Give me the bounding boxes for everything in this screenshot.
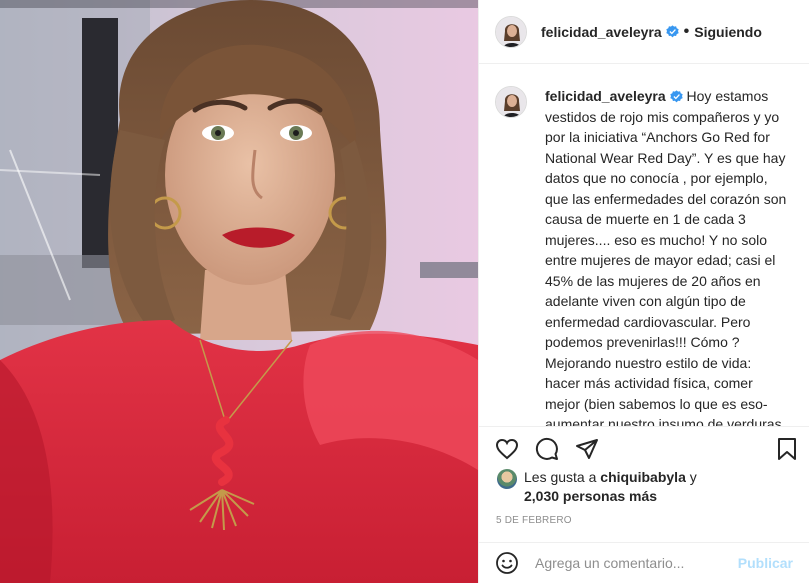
- caption-text: felicidad_aveleyra Hoy estamos vestidos …: [545, 86, 788, 426]
- comment-bubble-icon[interactable]: [535, 437, 559, 461]
- likes-summary: Les gusta a chiquibabyla y 2,030 persona…: [497, 468, 793, 506]
- liker-username[interactable]: chiquibabyla: [600, 469, 686, 485]
- publish-button[interactable]: Publicar: [738, 555, 793, 571]
- username-link[interactable]: felicidad_aveleyra: [541, 24, 662, 40]
- comment-input[interactable]: [535, 555, 735, 571]
- post-photo[interactable]: [0, 0, 478, 583]
- caption-area: felicidad_aveleyra Hoy estamos vestidos …: [479, 64, 809, 426]
- caption-username[interactable]: felicidad_aveleyra: [545, 88, 666, 104]
- post-date[interactable]: 5 DE FEBRERO: [496, 515, 572, 526]
- post-side-panel: felicidad_aveleyra • Siguiendo felicidad…: [478, 0, 809, 583]
- photo-image: [0, 0, 478, 583]
- likes-prefix: Les gusta a: [524, 469, 597, 485]
- post-header: felicidad_aveleyra • Siguiendo: [479, 0, 809, 64]
- verified-badge-icon: [665, 25, 679, 38]
- separator-dot: •: [683, 22, 690, 40]
- following-button[interactable]: Siguiendo: [694, 24, 762, 40]
- likes-connector: y: [689, 469, 697, 485]
- avatar[interactable]: [495, 15, 527, 48]
- comment-bar: Publicar: [479, 542, 809, 583]
- likes-others-link[interactable]: 2,030 personas más: [524, 488, 657, 504]
- heart-icon[interactable]: [495, 437, 519, 461]
- caption-body: Hoy estamos vestidos de rojo mis compañe…: [545, 88, 787, 426]
- bookmark-icon[interactable]: [775, 437, 799, 461]
- action-bar: [479, 426, 809, 470]
- verified-badge-icon: [669, 88, 683, 103]
- caption-avatar[interactable]: [495, 86, 527, 118]
- liker-avatar[interactable]: [497, 469, 517, 489]
- smiley-icon[interactable]: [495, 551, 519, 575]
- paper-plane-icon[interactable]: [575, 437, 599, 461]
